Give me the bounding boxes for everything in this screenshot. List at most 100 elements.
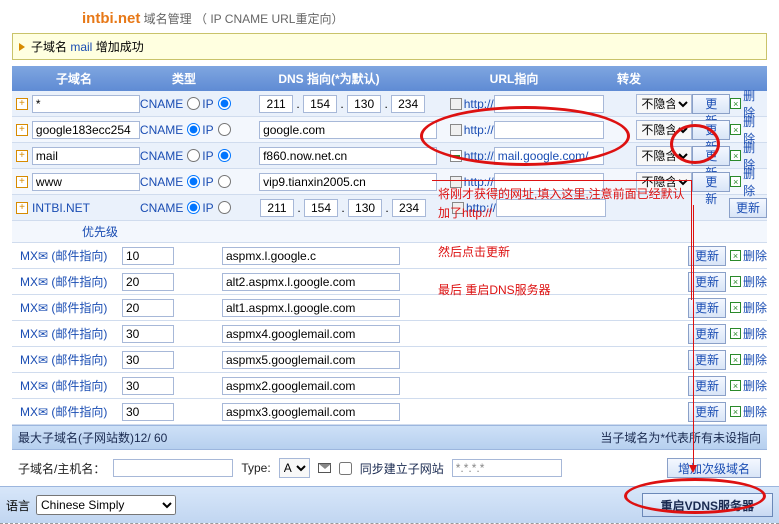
plus-icon[interactable]: + bbox=[16, 98, 28, 110]
table-row: + CNAME IP . . . http:// 不隐含 更新 ×删除 bbox=[12, 91, 767, 117]
ip-radio[interactable] bbox=[218, 149, 231, 162]
plus-icon[interactable]: + bbox=[16, 124, 28, 136]
cname-radio[interactable] bbox=[187, 201, 200, 214]
mx-host-input[interactable] bbox=[222, 299, 400, 317]
delete-link[interactable]: ×删除 bbox=[730, 165, 767, 199]
ip-segment-input[interactable] bbox=[303, 95, 337, 113]
ip-segment-input[interactable] bbox=[347, 95, 381, 113]
delete-link[interactable]: ×删除 bbox=[730, 299, 767, 316]
arrow-head-icon bbox=[689, 465, 697, 473]
update-button[interactable]: 更新 bbox=[692, 120, 730, 140]
subdomain-input[interactable] bbox=[32, 121, 140, 139]
mx-priority-input[interactable] bbox=[122, 247, 174, 265]
bottom-bar: 语言 Chinese Simply 重启VDNS服务器 bbox=[0, 486, 779, 523]
add-subdomain-button[interactable]: 增加次级域名 bbox=[667, 458, 761, 478]
plus-icon[interactable]: + bbox=[16, 150, 28, 162]
sync-checkbox[interactable] bbox=[339, 462, 352, 475]
plus-icon[interactable]: + bbox=[16, 176, 28, 188]
ip-segment-input[interactable] bbox=[392, 199, 426, 217]
success-notice: 子域名 mail 增加成功 bbox=[12, 33, 767, 60]
url-checkbox[interactable] bbox=[450, 124, 462, 136]
mx-host-input[interactable] bbox=[222, 351, 400, 369]
type-select[interactable]: A bbox=[279, 458, 310, 478]
hide-select[interactable]: 不隐含 bbox=[636, 146, 692, 166]
mx-priority-input[interactable] bbox=[122, 377, 174, 395]
delete-link[interactable]: ×删除 bbox=[730, 273, 767, 290]
delete-link[interactable]: ×删除 bbox=[730, 403, 767, 420]
update-button[interactable]: 更新 bbox=[729, 198, 767, 218]
status-bar: 最大子域名(子网站数)12/ 60当子域名为*代表所有未设指向 bbox=[12, 425, 767, 450]
mx-label: MX✉ (邮件指向) bbox=[12, 351, 122, 368]
mx-row: MX✉ (邮件指向) 更新 ×删除 bbox=[12, 373, 767, 399]
hide-select[interactable]: 不隐含 bbox=[636, 94, 692, 114]
mx-label: MX✉ (邮件指向) bbox=[12, 273, 122, 290]
subdomain-input[interactable] bbox=[32, 147, 140, 165]
ip-segment-input[interactable] bbox=[348, 199, 382, 217]
subdomain-input[interactable] bbox=[32, 95, 140, 113]
update-button[interactable]: 更新 bbox=[692, 146, 730, 166]
ip-segment-input[interactable] bbox=[260, 199, 294, 217]
mx-label: MX✉ (邮件指向) bbox=[12, 377, 122, 394]
x-icon: × bbox=[730, 406, 741, 417]
mx-host-input[interactable] bbox=[222, 247, 400, 265]
mx-host-input[interactable] bbox=[222, 377, 400, 395]
cname-radio[interactable] bbox=[187, 97, 200, 110]
x-icon: × bbox=[730, 98, 741, 109]
cname-radio[interactable] bbox=[187, 175, 200, 188]
mx-priority-input[interactable] bbox=[122, 351, 174, 369]
ip-segment-input[interactable] bbox=[259, 95, 293, 113]
cname-radio[interactable] bbox=[187, 123, 200, 136]
dns-input[interactable] bbox=[259, 173, 437, 191]
table-row: + CNAME IP http:// 不隐含 更新 ×删除 bbox=[12, 143, 767, 169]
cname-radio[interactable] bbox=[187, 149, 200, 162]
url-input[interactable] bbox=[494, 121, 604, 139]
url-input[interactable] bbox=[494, 95, 604, 113]
mx-row: MX✉ (邮件指向) 更新 ×删除 bbox=[12, 321, 767, 347]
mx-priority-input[interactable] bbox=[122, 403, 174, 421]
url-checkbox[interactable] bbox=[450, 150, 462, 162]
delete-link[interactable]: ×删除 bbox=[730, 377, 767, 394]
dns-input[interactable] bbox=[259, 121, 437, 139]
delete-link[interactable]: ×删除 bbox=[730, 325, 767, 342]
x-icon: × bbox=[730, 302, 741, 313]
mx-host-input[interactable] bbox=[222, 403, 400, 421]
restart-vdns-button[interactable]: 重启VDNS服务器 bbox=[642, 493, 773, 517]
language-select[interactable]: Chinese Simply bbox=[36, 495, 176, 515]
ip-radio[interactable] bbox=[218, 201, 231, 214]
mx-priority-input[interactable] bbox=[122, 273, 174, 291]
update-button[interactable]: 更新 bbox=[692, 94, 730, 114]
url-input[interactable] bbox=[494, 147, 604, 165]
mx-priority-input[interactable] bbox=[122, 325, 174, 343]
mx-host-input[interactable] bbox=[222, 273, 400, 291]
add-subdomain-row: 子域名/主机名： Type: A 同步建立子网站 增加次级域名 bbox=[12, 450, 767, 486]
x-icon: × bbox=[730, 124, 741, 135]
x-icon: × bbox=[730, 328, 741, 339]
ip-radio[interactable] bbox=[218, 123, 231, 136]
delete-link[interactable]: ×删除 bbox=[730, 247, 767, 264]
ip-segment-input[interactable] bbox=[304, 199, 338, 217]
brand: intbi.net bbox=[82, 10, 140, 27]
update-button[interactable]: 更新 bbox=[692, 172, 730, 192]
hide-select[interactable]: 不隐含 bbox=[636, 120, 692, 140]
ip-radio[interactable] bbox=[218, 97, 231, 110]
wildcard-input[interactable] bbox=[452, 459, 562, 477]
plus-icon[interactable]: + bbox=[16, 202, 28, 214]
url-checkbox[interactable] bbox=[450, 98, 462, 110]
mx-label: MX✉ (邮件指向) bbox=[12, 299, 122, 316]
subdomain-input[interactable] bbox=[32, 173, 140, 191]
dns-input[interactable] bbox=[259, 147, 437, 165]
mx-host-input[interactable] bbox=[222, 325, 400, 343]
annotation-arrow bbox=[693, 205, 694, 465]
delete-link[interactable]: ×删除 bbox=[730, 351, 767, 368]
triangle-icon bbox=[19, 43, 25, 51]
mx-row: MX✉ (邮件指向) 更新 ×删除 bbox=[12, 347, 767, 373]
mx-label: MX✉ (邮件指向) bbox=[12, 325, 122, 342]
ip-segment-input[interactable] bbox=[391, 95, 425, 113]
mx-row: MX✉ (邮件指向) 更新 ×删除 bbox=[12, 399, 767, 425]
mail-icon bbox=[318, 463, 331, 473]
annotation-text: 将刚才获得的网址,填入这里,注意前面已经默认加了http:// 然后点击更新 最… bbox=[432, 180, 692, 300]
ip-radio[interactable] bbox=[218, 175, 231, 188]
mx-priority-input[interactable] bbox=[122, 299, 174, 317]
page-title: intbi.net 域名管理 （ IP CNAME URL重定向） bbox=[12, 8, 767, 33]
hostname-input[interactable] bbox=[113, 459, 233, 477]
